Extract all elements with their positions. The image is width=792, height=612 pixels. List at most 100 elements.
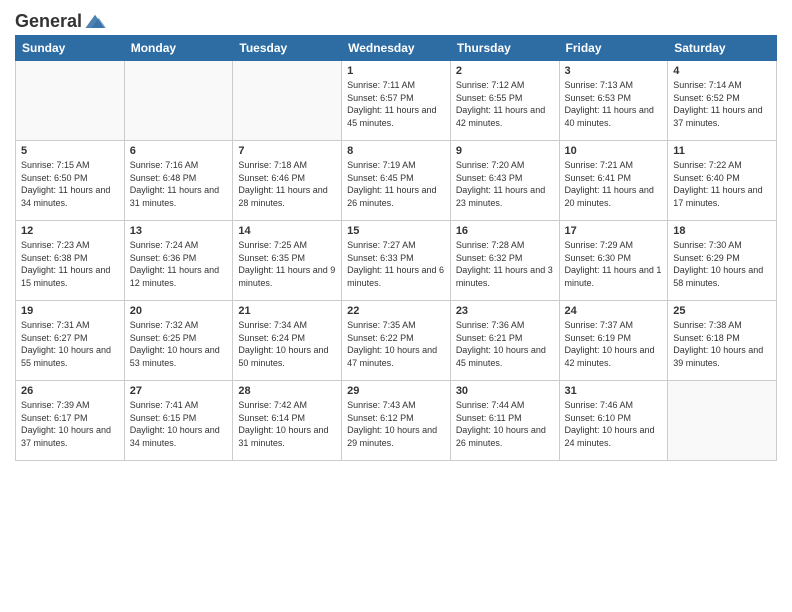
day-number: 29 bbox=[347, 385, 445, 397]
day-info: Sunrise: 7:20 AM Sunset: 6:43 PM Dayligh… bbox=[456, 159, 554, 209]
day-number: 3 bbox=[565, 65, 663, 77]
calendar-cell: 29 Sunrise: 7:43 AM Sunset: 6:12 PM Dayli… bbox=[342, 381, 451, 461]
day-info: Sunrise: 7:34 AM Sunset: 6:24 PM Dayligh… bbox=[238, 319, 336, 369]
calendar-cell: 8 Sunrise: 7:19 AM Sunset: 6:45 PM Daylig… bbox=[342, 141, 451, 221]
day-info: Sunrise: 7:27 AM Sunset: 6:33 PM Dayligh… bbox=[347, 239, 445, 289]
day-info: Sunrise: 7:28 AM Sunset: 6:32 PM Dayligh… bbox=[456, 239, 554, 289]
weekday-header-monday: Monday bbox=[124, 36, 233, 61]
calendar-cell: 12 Sunrise: 7:23 AM Sunset: 6:38 PM Dayli… bbox=[16, 221, 125, 301]
calendar-cell: 11 Sunrise: 7:22 AM Sunset: 6:40 PM Dayli… bbox=[668, 141, 777, 221]
calendar-cell: 20Sunrise: 7:32 AM Sunset: 6:25 PM Dayli… bbox=[124, 301, 233, 381]
day-info: Sunrise: 7:46 AM Sunset: 6:10 PM Dayligh… bbox=[565, 399, 663, 449]
week-row-5: 26Sunrise: 7:39 AM Sunset: 6:17 PM Dayli… bbox=[16, 381, 777, 461]
week-row-4: 19 Sunrise: 7:31 AM Sunset: 6:27 PM Dayli… bbox=[16, 301, 777, 381]
calendar-cell: 28Sunrise: 7:42 AM Sunset: 6:14 PM Dayli… bbox=[233, 381, 342, 461]
logo: General bbox=[15, 10, 106, 29]
day-number: 31 bbox=[565, 385, 663, 397]
day-number: 13 bbox=[130, 225, 228, 237]
day-number: 30 bbox=[456, 385, 554, 397]
calendar-cell: 21 Sunrise: 7:34 AM Sunset: 6:24 PM Dayli… bbox=[233, 301, 342, 381]
calendar-cell: 5 Sunrise: 7:15 AM Sunset: 6:50 PM Daylig… bbox=[16, 141, 125, 221]
day-info: Sunrise: 7:44 AM Sunset: 6:11 PM Dayligh… bbox=[456, 399, 554, 449]
day-info: Sunrise: 7:21 AM Sunset: 6:41 PM Dayligh… bbox=[565, 159, 663, 209]
day-number: 7 bbox=[238, 145, 336, 157]
calendar-cell: 23Sunrise: 7:36 AM Sunset: 6:21 PM Dayli… bbox=[450, 301, 559, 381]
day-number: 2 bbox=[456, 65, 554, 77]
calendar-cell: 24 Sunrise: 7:37 AM Sunset: 6:19 PM Dayli… bbox=[559, 301, 668, 381]
weekday-header-saturday: Saturday bbox=[668, 36, 777, 61]
day-info: Sunrise: 7:31 AM Sunset: 6:27 PM Dayligh… bbox=[21, 319, 119, 369]
day-info: Sunrise: 7:16 AM Sunset: 6:48 PM Dayligh… bbox=[130, 159, 228, 209]
day-info: Sunrise: 7:30 AM Sunset: 6:29 PM Dayligh… bbox=[673, 239, 771, 289]
day-number: 15 bbox=[347, 225, 445, 237]
calendar-cell: 15 Sunrise: 7:27 AM Sunset: 6:33 PM Dayli… bbox=[342, 221, 451, 301]
day-number: 24 bbox=[565, 305, 663, 317]
day-number: 4 bbox=[673, 65, 771, 77]
calendar-cell: 31 Sunrise: 7:46 AM Sunset: 6:10 PM Dayli… bbox=[559, 381, 668, 461]
day-number: 10 bbox=[565, 145, 663, 157]
day-info: Sunrise: 7:15 AM Sunset: 6:50 PM Dayligh… bbox=[21, 159, 119, 209]
day-info: Sunrise: 7:19 AM Sunset: 6:45 PM Dayligh… bbox=[347, 159, 445, 209]
day-number: 19 bbox=[21, 305, 119, 317]
calendar-cell: 14Sunrise: 7:25 AM Sunset: 6:35 PM Dayli… bbox=[233, 221, 342, 301]
calendar-cell: 3 Sunrise: 7:13 AM Sunset: 6:53 PM Daylig… bbox=[559, 61, 668, 141]
calendar-cell: 16 Sunrise: 7:28 AM Sunset: 6:32 PM Dayli… bbox=[450, 221, 559, 301]
day-number: 25 bbox=[673, 305, 771, 317]
day-number: 22 bbox=[347, 305, 445, 317]
day-info: Sunrise: 7:39 AM Sunset: 6:17 PM Dayligh… bbox=[21, 399, 119, 449]
weekday-header-wednesday: Wednesday bbox=[342, 36, 451, 61]
day-info: Sunrise: 7:36 AM Sunset: 6:21 PM Dayligh… bbox=[456, 319, 554, 369]
day-info: Sunrise: 7:35 AM Sunset: 6:22 PM Dayligh… bbox=[347, 319, 445, 369]
day-number: 17 bbox=[565, 225, 663, 237]
calendar-cell bbox=[233, 61, 342, 141]
day-number: 12 bbox=[21, 225, 119, 237]
day-info: Sunrise: 7:23 AM Sunset: 6:38 PM Dayligh… bbox=[21, 239, 119, 289]
day-info: Sunrise: 7:38 AM Sunset: 6:18 PM Dayligh… bbox=[673, 319, 771, 369]
day-info: Sunrise: 7:42 AM Sunset: 6:14 PM Dayligh… bbox=[238, 399, 336, 449]
weekday-header-row: SundayMondayTuesdayWednesdayThursdayFrid… bbox=[16, 36, 777, 61]
day-number: 16 bbox=[456, 225, 554, 237]
day-info: Sunrise: 7:14 AM Sunset: 6:52 PM Dayligh… bbox=[673, 79, 771, 129]
calendar-cell: 22 Sunrise: 7:35 AM Sunset: 6:22 PM Dayli… bbox=[342, 301, 451, 381]
logo-general: General bbox=[15, 11, 82, 32]
day-info: Sunrise: 7:18 AM Sunset: 6:46 PM Dayligh… bbox=[238, 159, 336, 209]
calendar-cell: 30 Sunrise: 7:44 AM Sunset: 6:11 PM Dayli… bbox=[450, 381, 559, 461]
day-info: Sunrise: 7:37 AM Sunset: 6:19 PM Dayligh… bbox=[565, 319, 663, 369]
calendar-cell: 19 Sunrise: 7:31 AM Sunset: 6:27 PM Dayli… bbox=[16, 301, 125, 381]
weekday-header-thursday: Thursday bbox=[450, 36, 559, 61]
day-number: 21 bbox=[238, 305, 336, 317]
calendar-cell: 1Sunrise: 7:11 AM Sunset: 6:57 PM Daylig… bbox=[342, 61, 451, 141]
calendar-cell bbox=[16, 61, 125, 141]
week-row-3: 12 Sunrise: 7:23 AM Sunset: 6:38 PM Dayli… bbox=[16, 221, 777, 301]
calendar-cell: 13 Sunrise: 7:24 AM Sunset: 6:36 PM Dayli… bbox=[124, 221, 233, 301]
day-info: Sunrise: 7:29 AM Sunset: 6:30 PM Dayligh… bbox=[565, 239, 663, 289]
day-info: Sunrise: 7:13 AM Sunset: 6:53 PM Dayligh… bbox=[565, 79, 663, 129]
day-info: Sunrise: 7:43 AM Sunset: 6:12 PM Dayligh… bbox=[347, 399, 445, 449]
calendar-cell bbox=[668, 381, 777, 461]
weekday-header-sunday: Sunday bbox=[16, 36, 125, 61]
day-info: Sunrise: 7:25 AM Sunset: 6:35 PM Dayligh… bbox=[238, 239, 336, 289]
calendar-cell: 9Sunrise: 7:20 AM Sunset: 6:43 PM Daylig… bbox=[450, 141, 559, 221]
calendar-cell: 7 Sunrise: 7:18 AM Sunset: 6:46 PM Daylig… bbox=[233, 141, 342, 221]
day-info: Sunrise: 7:12 AM Sunset: 6:55 PM Dayligh… bbox=[456, 79, 554, 129]
calendar-cell bbox=[124, 61, 233, 141]
weekday-header-tuesday: Tuesday bbox=[233, 36, 342, 61]
calendar-cell: 25 Sunrise: 7:38 AM Sunset: 6:18 PM Dayli… bbox=[668, 301, 777, 381]
day-info: Sunrise: 7:24 AM Sunset: 6:36 PM Dayligh… bbox=[130, 239, 228, 289]
calendar-cell: 18Sunrise: 7:30 AM Sunset: 6:29 PM Dayli… bbox=[668, 221, 777, 301]
calendar: SundayMondayTuesdayWednesdayThursdayFrid… bbox=[15, 35, 777, 461]
calendar-cell: 6 Sunrise: 7:16 AM Sunset: 6:48 PM Daylig… bbox=[124, 141, 233, 221]
logo-icon bbox=[84, 10, 106, 32]
calendar-cell: 4 Sunrise: 7:14 AM Sunset: 6:52 PM Daylig… bbox=[668, 61, 777, 141]
week-row-1: 1Sunrise: 7:11 AM Sunset: 6:57 PM Daylig… bbox=[16, 61, 777, 141]
day-info: Sunrise: 7:22 AM Sunset: 6:40 PM Dayligh… bbox=[673, 159, 771, 209]
day-number: 27 bbox=[130, 385, 228, 397]
day-number: 5 bbox=[21, 145, 119, 157]
calendar-cell: 27Sunrise: 7:41 AM Sunset: 6:15 PM Dayli… bbox=[124, 381, 233, 461]
day-number: 1 bbox=[347, 65, 445, 77]
day-number: 11 bbox=[673, 145, 771, 157]
day-number: 6 bbox=[130, 145, 228, 157]
day-number: 20 bbox=[130, 305, 228, 317]
day-number: 8 bbox=[347, 145, 445, 157]
calendar-cell: 10 Sunrise: 7:21 AM Sunset: 6:41 PM Dayli… bbox=[559, 141, 668, 221]
